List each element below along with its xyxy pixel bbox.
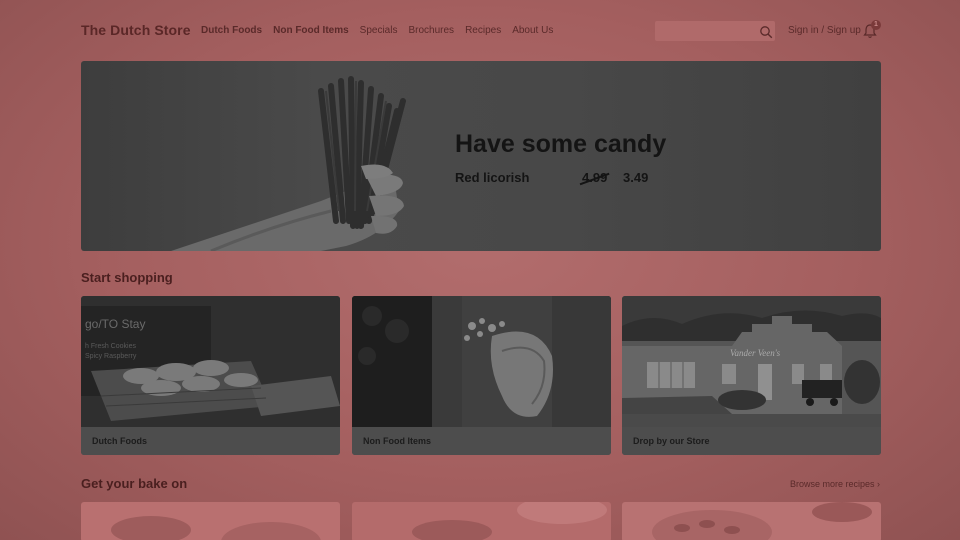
search-icon[interactable] — [759, 25, 773, 39]
nav-dutch-foods[interactable]: Dutch Foods — [201, 25, 262, 36]
category-card-non-food-items[interactable]: Non Food Items — [352, 296, 611, 455]
page-background: The Dutch Store Dutch Foods Non Food Ite… — [0, 0, 960, 540]
category-card-store[interactable]: Vander Veen's Drop by our Store — [622, 296, 881, 455]
nav-brochures[interactable]: Brochures — [408, 25, 454, 36]
hero-title: Have some candy — [455, 130, 667, 158]
hero-banner[interactable]: Have some candy Red licorish 4.99 3.49 — [81, 61, 881, 251]
nav-recipes[interactable]: Recipes — [465, 25, 501, 36]
hero-product-name: Red licorish — [455, 170, 530, 185]
svg-text:Spicy Raspberry: Spicy Raspberry — [85, 353, 137, 360]
svg-text:Vander Veen's: Vander Veen's — [730, 348, 781, 358]
browse-recipes-link[interactable]: Browse more recipes › — [790, 479, 880, 489]
bake-section-heading: Get your bake on — [81, 476, 188, 491]
card-label: Non Food Items — [352, 427, 611, 455]
non-food-items-image — [352, 296, 611, 427]
card-label: Drop by our Store — [622, 427, 881, 455]
recipe-card[interactable] — [622, 502, 881, 540]
nav-non-food-items[interactable]: Non Food Items — [273, 25, 349, 36]
category-card-dutch-foods[interactable]: go/TO Stay h Fresh Cookies Spicy Raspber… — [81, 296, 340, 455]
recipe-card[interactable] — [352, 502, 611, 540]
store-logo[interactable]: The Dutch Store — [81, 22, 191, 38]
nav-about-us[interactable]: About Us — [512, 25, 553, 36]
notification-badge: 1 — [871, 20, 881, 30]
store-building-image: Vander Veen's — [622, 296, 881, 427]
svg-text:go/TO Stay: go/TO Stay — [85, 317, 145, 331]
search-input[interactable] — [655, 21, 775, 41]
recipe-image — [111, 516, 321, 540]
recipe-card[interactable] — [81, 502, 340, 540]
licorice-photo — [171, 76, 406, 251]
recipe-image — [412, 502, 607, 540]
sign-in-link[interactable]: Sign in / Sign up — [788, 25, 861, 36]
dutch-foods-image: go/TO Stay h Fresh Cookies Spicy Raspber… — [81, 296, 340, 427]
svg-text:h Fresh Cookies: h Fresh Cookies — [85, 343, 136, 350]
recipe-image — [652, 502, 872, 540]
hero-new-price: 3.49 — [623, 170, 649, 185]
card-label: Dutch Foods — [81, 427, 340, 455]
hero-old-price: 4.99 — [582, 170, 608, 185]
main-nav: Dutch Foods Non Food Items Specials Broc… — [201, 25, 564, 36]
nav-specials[interactable]: Specials — [360, 25, 398, 36]
top-header: The Dutch Store Dutch Foods Non Food Ite… — [0, 0, 960, 60]
start-shopping-heading: Start shopping — [81, 270, 173, 285]
